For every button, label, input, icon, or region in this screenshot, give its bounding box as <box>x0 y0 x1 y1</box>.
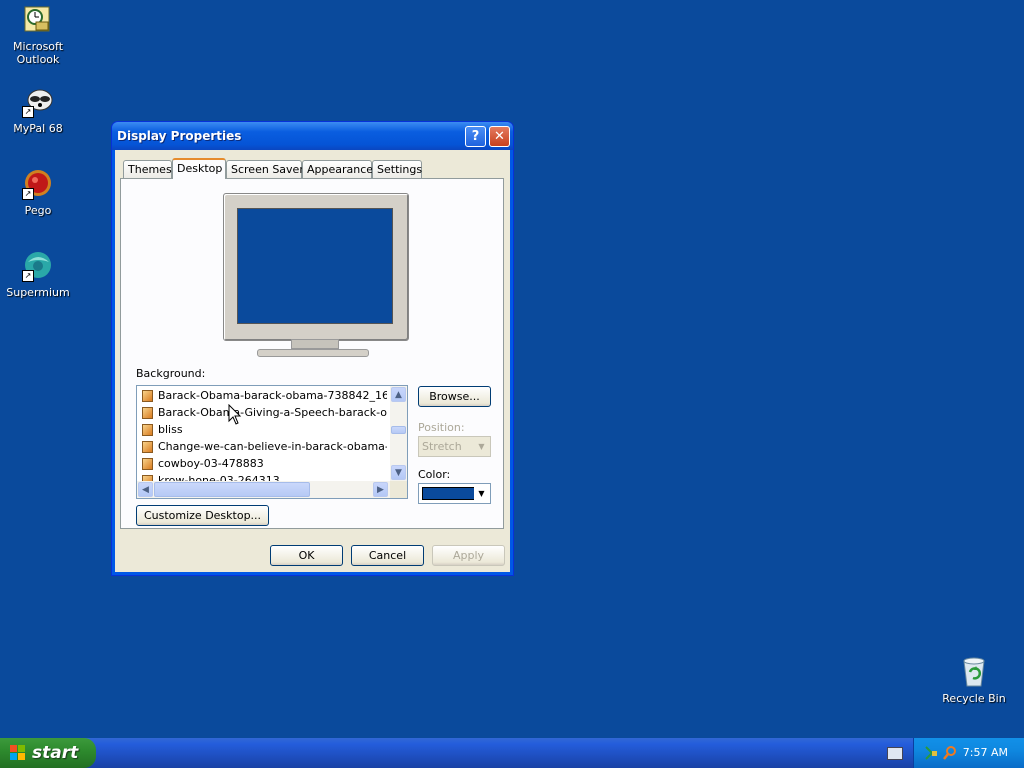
customize-desktop-button[interactable]: Customize Desktop... <box>136 505 269 526</box>
ok-button[interactable]: OK <box>270 545 343 566</box>
tab-appearance[interactable]: Appearance <box>302 160 374 178</box>
position-label: Position: <box>418 421 465 434</box>
close-icon: ✕ <box>494 129 505 144</box>
search-tray-icon[interactable] <box>942 745 958 761</box>
windows-logo-icon <box>10 745 26 761</box>
scroll-up-button[interactable]: ▲ <box>391 387 406 402</box>
list-item[interactable]: bliss <box>142 421 387 438</box>
title-bar[interactable]: Display Properties ? ✕ <box>112 122 513 150</box>
desktop-icon-outlook[interactable]: Microsoft Outlook <box>0 4 76 66</box>
list-item-label: krow-hone-03-264313 <box>158 474 280 481</box>
color-picker[interactable]: ▼ <box>418 483 491 504</box>
background-listbox[interactable]: Barack-Obama-barack-obama-738842_1600_12… <box>136 385 408 499</box>
tab-screen-saver[interactable]: Screen Saver <box>226 160 304 178</box>
cancel-button-label: Cancel <box>368 549 407 562</box>
dialog-client-area: Themes Desktop Screen Saver Appearance S… <box>115 150 510 572</box>
chevron-down-icon: ▼ <box>474 485 489 502</box>
outlook-icon <box>22 4 54 36</box>
desktop-icon-label: Pego <box>24 204 52 217</box>
ok-button-label: OK <box>298 549 315 562</box>
tab-label: Themes <box>128 163 172 176</box>
image-file-icon <box>142 458 153 470</box>
mypal-icon: ↗ <box>22 86 54 118</box>
browse-button-label: Browse... <box>429 390 480 403</box>
cancel-button[interactable]: Cancel <box>351 545 424 566</box>
customize-button-label: Customize Desktop... <box>143 509 262 522</box>
list-item-label: bliss <box>158 423 183 436</box>
supermium-icon: ↗ <box>22 250 54 282</box>
clock[interactable]: 7:57 AM <box>963 746 1008 759</box>
image-file-icon <box>142 424 153 436</box>
shortcut-arrow-icon: ↗ <box>22 106 34 118</box>
scroll-right-button[interactable]: ▶ <box>373 482 388 497</box>
window-title: Display Properties <box>117 129 242 143</box>
scroll-down-button[interactable]: ▼ <box>391 465 406 480</box>
vertical-scrollbar[interactable]: ▲ ▼ <box>390 386 407 481</box>
monitor-stand <box>291 339 339 349</box>
tab-desktop[interactable]: Desktop <box>172 158 226 179</box>
tab-label: Settings <box>377 163 423 176</box>
taskbar: start 7:57 AM <box>0 738 1024 768</box>
chevron-down-icon: ▼ <box>474 438 489 455</box>
horizontal-scrollbar[interactable]: ◀ ▶ <box>137 481 390 498</box>
tab-settings[interactable]: Settings <box>372 160 422 178</box>
browse-button[interactable]: Browse... <box>418 386 491 407</box>
desktop-preview-screen <box>237 208 393 324</box>
display-properties-window: Display Properties ? ✕ Themes Desktop Sc… <box>111 121 514 576</box>
desktop-icon-label: Recycle Bin <box>942 692 1006 705</box>
mouse-cursor-icon <box>228 404 242 425</box>
list-item[interactable]: cowboy-03-478883 <box>142 455 387 472</box>
desktop-icon-label: Microsoft Outlook <box>12 40 64 66</box>
list-item[interactable]: krow-hone-03-264313 <box>142 472 387 481</box>
scroll-left-button[interactable]: ◀ <box>138 482 153 497</box>
desktop-tab-panel: Background: Barack-Obama-barack-obama-73… <box>120 178 504 529</box>
recycle-bin-icon <box>958 656 990 688</box>
monitor-base <box>257 349 369 357</box>
list-item-label: cowboy-03-478883 <box>158 457 264 470</box>
system-tray: 7:57 AM <box>913 738 1024 768</box>
pego-icon: ↗ <box>22 168 54 200</box>
scrollbar-corner <box>390 481 407 498</box>
keyboard-icon[interactable] <box>887 747 903 760</box>
apply-button-label: Apply <box>452 549 485 562</box>
start-label: start <box>32 743 79 763</box>
desktop-icon-supermium[interactable]: ↗ Supermium <box>0 250 76 299</box>
vertical-scroll-thumb[interactable] <box>391 426 406 434</box>
tab-themes[interactable]: Themes <box>123 160 172 178</box>
list-item[interactable]: Change-we-can-believe-in-barack-obama-27… <box>142 438 387 455</box>
help-icon: ? <box>471 129 480 144</box>
list-item-label: Barack-Obama-Giving-a-Speech-barack-obam… <box>158 406 387 419</box>
color-swatch <box>422 487 478 500</box>
desktop-icon-label: MyPal 68 <box>13 122 63 135</box>
tab-label: Desktop <box>177 162 223 175</box>
start-button[interactable]: start <box>0 738 96 768</box>
list-item[interactable]: Barack-Obama-Giving-a-Speech-barack-obam… <box>142 404 387 421</box>
desktop-icon-label: Supermium <box>6 286 70 299</box>
shortcut-arrow-icon: ↗ <box>22 270 34 282</box>
help-button[interactable]: ? <box>465 126 486 147</box>
desktop-icon-pego[interactable]: ↗ Pego <box>0 168 76 217</box>
list-item-label: Change-we-can-believe-in-barack-obama-27… <box>158 440 387 453</box>
color-label: Color: <box>418 468 451 481</box>
monitor-preview <box>221 193 409 363</box>
position-select[interactable]: Stretch ▼ <box>418 436 491 457</box>
list-item[interactable]: Barack-Obama-barack-obama-738842_1600_12 <box>142 387 387 404</box>
image-file-icon <box>142 441 153 453</box>
apply-button[interactable]: Apply <box>432 545 505 566</box>
desktop-icon-recycle-bin[interactable]: Recycle Bin <box>936 656 1012 705</box>
desktop-icon-mypal[interactable]: ↗ MyPal 68 <box>0 86 76 135</box>
list-item-label: Barack-Obama-barack-obama-738842_1600_12 <box>158 389 387 402</box>
background-label: Background: <box>136 367 206 380</box>
horizontal-scroll-thumb[interactable] <box>154 482 310 497</box>
position-value: Stretch <box>422 440 462 453</box>
close-button[interactable]: ✕ <box>489 126 510 147</box>
image-file-icon <box>142 407 153 419</box>
monitor-bezel <box>223 193 409 341</box>
image-file-icon <box>142 390 153 402</box>
network-tray-icon[interactable] <box>924 745 938 761</box>
tab-label: Screen Saver <box>231 163 304 176</box>
tab-label: Appearance <box>307 163 374 176</box>
shortcut-arrow-icon: ↗ <box>22 188 34 200</box>
